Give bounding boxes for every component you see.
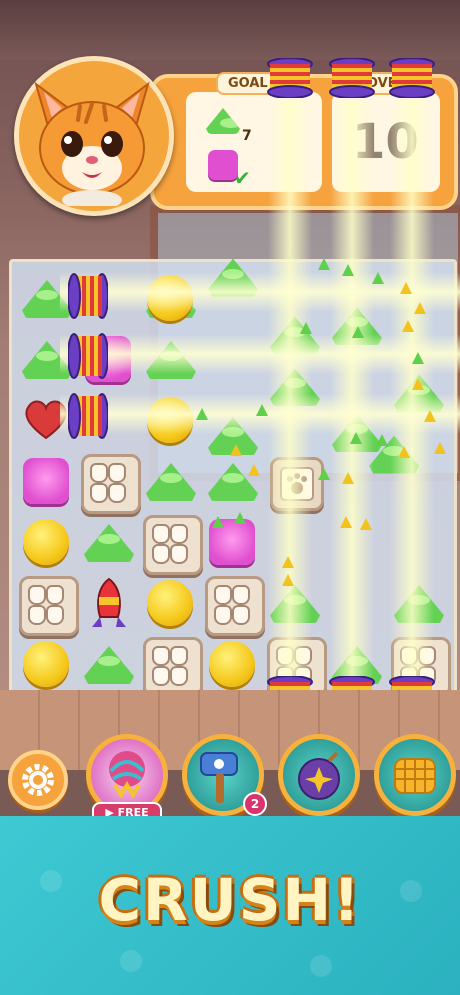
cat-face-icon [214, 585, 232, 605]
horizontal-light-beam [60, 334, 460, 374]
cat-face-icon [46, 585, 64, 605]
cat-face-icon [28, 585, 46, 605]
cat-crate-blocker[interactable] [143, 515, 203, 575]
cat-face-icon [152, 524, 170, 544]
horizontal-light-beam [60, 394, 460, 434]
cat-crate-blocker[interactable] [205, 576, 265, 636]
cat-crate-blocker[interactable] [19, 576, 79, 636]
fish-basket-booster-button[interactable] [374, 734, 456, 816]
cat-face-icon [170, 524, 188, 544]
pink-gem[interactable] [23, 458, 69, 504]
yellow-gem[interactable] [147, 580, 193, 626]
paw-print-icon [310, 955, 332, 977]
yellow-gem[interactable] [209, 641, 255, 687]
green-gem[interactable] [208, 463, 258, 501]
rocket-special-gem[interactable] [86, 577, 132, 631]
cat-face-icon [90, 483, 108, 503]
cat-crate-blocker[interactable] [143, 637, 203, 697]
yellow-gem[interactable] [23, 641, 69, 687]
cat-face-icon [108, 463, 126, 483]
bomb-icon [298, 751, 340, 800]
cat-face-icon [170, 544, 188, 564]
cat-face-icon [152, 666, 170, 686]
cat-face-icon [214, 605, 232, 625]
cat-face-icon [28, 605, 46, 625]
green-gem[interactable] [84, 524, 134, 562]
cat-face-icon [46, 605, 64, 625]
cat-face-icon [108, 483, 126, 503]
yellow-gem[interactable] [23, 519, 69, 565]
cat-face-icon [152, 544, 170, 564]
yarn-ball-icon [109, 751, 145, 799]
cat-face-icon [232, 605, 250, 625]
pink-gem[interactable] [209, 519, 255, 565]
cat-crate-blocker[interactable] [81, 454, 141, 514]
hammer-count-badge: 2 [243, 792, 267, 816]
green-gem[interactable] [146, 463, 196, 501]
cat-face-icon [170, 666, 188, 686]
fish-basket-icon [394, 758, 436, 794]
paw-print-icon [120, 950, 142, 972]
gear-icon [22, 764, 54, 796]
green-gem[interactable] [84, 646, 134, 684]
cat-face-icon [232, 585, 250, 605]
cat-face-icon [90, 463, 108, 483]
cat-face-icon [152, 646, 170, 666]
crush-banner-text: CRUSH! [98, 866, 362, 934]
settings-button[interactable] [8, 750, 68, 810]
bomb-booster-button[interactable] [278, 734, 360, 816]
cat-face-icon [170, 646, 188, 666]
horizontal-light-beam [60, 272, 460, 312]
